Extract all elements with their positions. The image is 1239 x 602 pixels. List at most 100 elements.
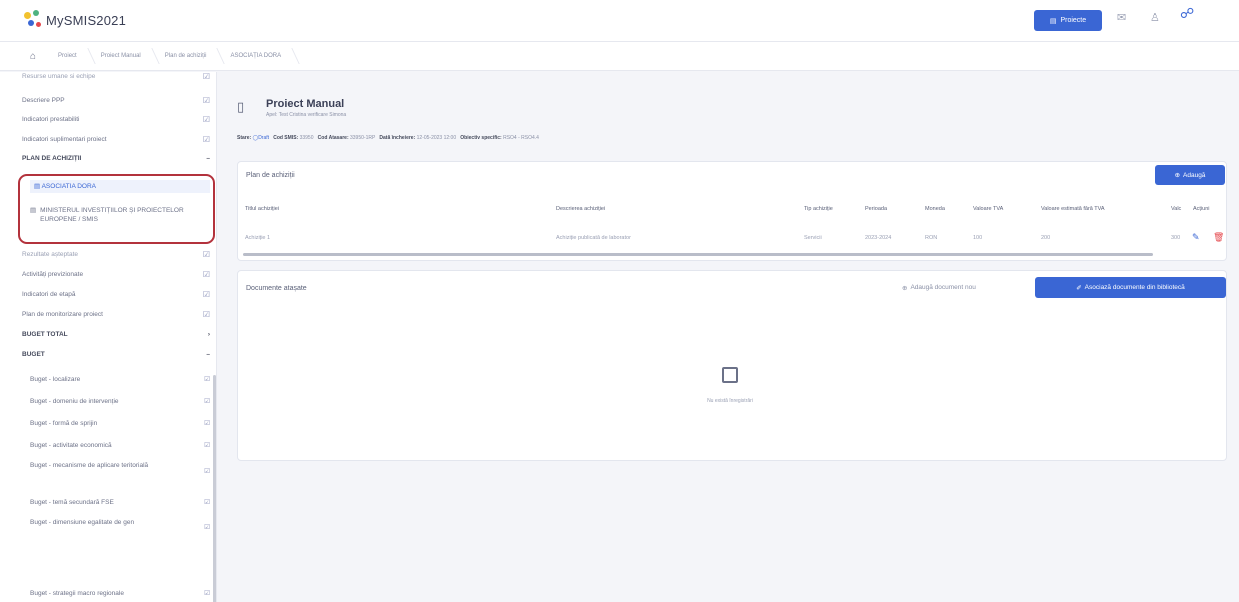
- sidebar-heading[interactable]: PLAN DE ACHIZIȚII –: [22, 154, 210, 163]
- check-icon: ☑: [204, 442, 210, 449]
- check-icon: ☑: [204, 376, 210, 383]
- sidebar-item[interactable]: Buget - strategii macro regionale ☑: [30, 589, 210, 598]
- breadcrumb-item[interactable]: Proiect Manual: [89, 53, 153, 59]
- check-icon: ☑: [202, 115, 210, 124]
- edit-icon[interactable]: ✎: [1192, 232, 1200, 243]
- check-icon: ☑: [204, 468, 210, 475]
- sidebar-item[interactable]: Descriere PPP ☑: [22, 96, 210, 105]
- plus-circle-icon: ⊕: [902, 285, 908, 292]
- sidebar-item-label: Activități previzionate: [22, 271, 84, 278]
- no-image-icon: [722, 367, 738, 383]
- column-header[interactable]: Moneda: [925, 206, 945, 212]
- check-icon: ☑: [202, 290, 210, 299]
- table-horizontal-scrollbar[interactable]: [243, 253, 1153, 256]
- notification-icon[interactable]: ☍: [1180, 5, 1194, 22]
- breadcrumb-item[interactable]: Plan de achiziții: [153, 53, 219, 59]
- sidebar-item[interactable]: Resurse umane si echipe ☑: [22, 72, 210, 81]
- documents-card-title: Documente atașate: [246, 285, 307, 292]
- check-icon: ☑: [204, 398, 210, 405]
- sidebar-scrollbar[interactable]: [213, 375, 216, 602]
- sidebar-item-label: Buget - temă secundară FSE: [30, 499, 114, 506]
- sidebar-item[interactable]: Buget - localizare ☑: [30, 375, 210, 384]
- sidebar-item-label: Buget - formă de sprijin: [30, 420, 98, 427]
- sidebar-heading-label: BUGET: [22, 351, 45, 358]
- sidebar-item-label: Plan de monitorizare proiect: [22, 311, 103, 318]
- projects-button[interactable]: ▤ Proiecte: [1034, 10, 1102, 31]
- project-meta: Stare: ◯Draft Cod SMIS: 33950 Cod Atasar…: [237, 135, 539, 141]
- delete-icon[interactable]: 🗑: [1213, 232, 1224, 243]
- sidebar-item[interactable]: Buget - dimensiune egalitate de gen ☑: [30, 518, 210, 532]
- check-icon: ☑: [204, 590, 210, 597]
- sidebar-item-label: Indicatori suplimentari proiect: [22, 136, 107, 143]
- check-icon: ☑: [202, 270, 210, 279]
- sidebar-item-label: Descriere PPP: [22, 97, 65, 104]
- check-icon: ☑: [202, 72, 210, 81]
- sidebar-item[interactable]: Buget - formă de sprijin ☑: [30, 419, 210, 428]
- sidebar-heading-label: PLAN DE ACHIZIȚII: [22, 155, 82, 162]
- column-header[interactable]: Descrierea achiziției: [556, 206, 605, 212]
- sidebar-item-label: Resurse umane si echipe: [22, 73, 96, 80]
- sidebar-item[interactable]: Buget - temă secundară FSE ☑: [30, 498, 210, 507]
- project-subtitle: Apel: Test Cristina verificare Simona: [266, 112, 347, 118]
- check-icon: ☑: [202, 135, 210, 144]
- table-cell: 100: [973, 235, 983, 241]
- app-logo[interactable]: MySMIS2021: [22, 10, 126, 30]
- sidebar-item[interactable]: Buget - activitate economică ☑: [30, 441, 210, 450]
- sidebar-item[interactable]: Indicatori de etapă ☑: [22, 290, 210, 299]
- sidebar-item[interactable]: Activități previzionate ☑: [22, 270, 210, 279]
- table-cell: RON: [925, 235, 938, 241]
- column-header[interactable]: Valoare estimată fără TVA: [1041, 206, 1105, 212]
- document-icon: ▯: [237, 99, 245, 114]
- sidebar-item-label: Buget - activitate economică: [30, 442, 112, 449]
- column-header: Acțiuni: [1193, 206, 1210, 212]
- chevron-right-icon: ›: [207, 331, 210, 338]
- sidebar: Resurse umane si echipe ☑ Descriere PPP ☑ …: [0, 72, 217, 602]
- user-icon[interactable]: ♙: [1150, 11, 1160, 24]
- table-cell: 2023-2024: [865, 235, 892, 241]
- column-header[interactable]: Titlul achiziției: [245, 206, 279, 212]
- table-cell: 200: [1041, 235, 1051, 241]
- associate-documents-button[interactable]: ✐ Asociază documente din bibliotecă: [1035, 277, 1226, 298]
- app-name: MySMIS2021: [46, 12, 127, 28]
- sidebar-item-label: Buget - dimensiune egalitate de gen: [30, 519, 135, 526]
- projects-button-label: Proiecte: [1060, 17, 1087, 24]
- associate-documents-label: Asociază documente din bibliotecă: [1084, 284, 1185, 291]
- add-document-link[interactable]: ⊕ Adaugă document nou: [902, 284, 976, 292]
- check-icon: ☑: [202, 96, 210, 105]
- plus-icon: ⊕: [1174, 172, 1181, 179]
- breadcrumb: ⌂ Proiect Proiect Manual Plan de achiziț…: [0, 42, 1239, 71]
- sidebar-item-label: Indicatori de etapă: [22, 291, 76, 298]
- empty-state-text: Nu există înregistrări: [707, 398, 753, 404]
- sidebar-heading[interactable]: BUGET TOTAL ›: [22, 330, 210, 339]
- add-button-label: Adaugă: [1183, 171, 1206, 179]
- sidebar-item-label: Buget - localizare: [30, 376, 81, 383]
- breadcrumb-item[interactable]: ASOCIAȚIA DORA: [218, 53, 293, 59]
- sidebar-item-label: Buget - mecanisme de aplicare teritorial…: [30, 462, 149, 469]
- top-bar: MySMIS2021 ▤ Proiecte ✉ ♙ ☍: [0, 0, 1239, 42]
- mail-icon[interactable]: ✉: [1117, 11, 1126, 24]
- status-badge: ◯Draft: [252, 135, 270, 141]
- breadcrumb-item[interactable]: Proiect: [46, 53, 89, 59]
- sidebar-item[interactable]: Buget - mecanisme de aplicare teritorial…: [30, 461, 210, 476]
- sidebar-heading[interactable]: BUGET –: [22, 350, 210, 359]
- check-icon: ☑: [204, 499, 210, 506]
- column-header[interactable]: Valoare TVA: [973, 206, 1003, 212]
- add-document-label: Adaugă document nou: [910, 284, 976, 291]
- add-button[interactable]: ⊕ Adaugă: [1155, 165, 1225, 185]
- plan-card-title: Plan de achiziții: [246, 172, 295, 179]
- column-header[interactable]: Perioada: [865, 206, 887, 212]
- column-header[interactable]: Valc: [1171, 206, 1181, 212]
- projects-icon: ▤: [1049, 17, 1057, 25]
- column-header[interactable]: Tip achiziție: [804, 206, 833, 212]
- sidebar-item[interactable]: Plan de monitorizare proiect ☑: [22, 310, 210, 319]
- check-icon: ☑: [204, 420, 210, 427]
- home-icon[interactable]: ⌂: [30, 51, 46, 62]
- sidebar-item[interactable]: Rezultate așteptate ☑: [22, 250, 210, 259]
- sidebar-item[interactable]: Buget - domeniu de intervenție ☑: [30, 397, 210, 406]
- logo-mark-icon: [22, 10, 42, 30]
- sidebar-item-label: Buget - domeniu de intervenție: [30, 398, 119, 405]
- sidebar-item[interactable]: Indicatori suplimentari proiect ☑: [22, 135, 210, 144]
- sidebar-item[interactable]: Indicatori prestabiliti ☑: [22, 115, 210, 124]
- table-cell: 300: [1171, 235, 1181, 241]
- check-icon: ☑: [202, 310, 210, 319]
